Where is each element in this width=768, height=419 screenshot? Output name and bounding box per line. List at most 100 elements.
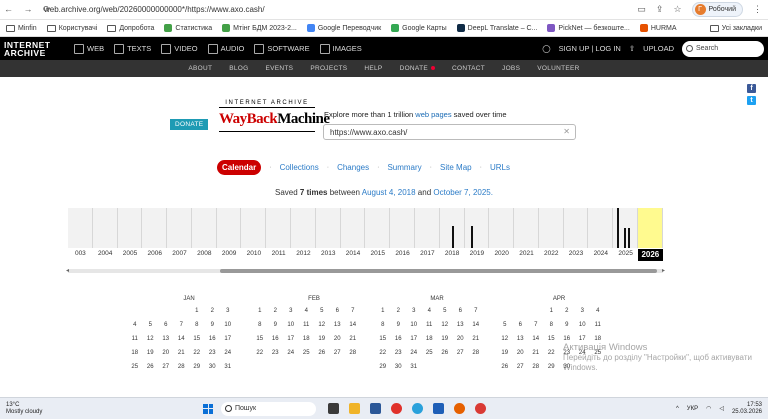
calendar-day[interactable]: 28	[468, 350, 484, 356]
year-column[interactable]	[192, 208, 217, 248]
calendar-day[interactable]: 14	[468, 322, 484, 328]
tab-calendar[interactable]: Calendar	[217, 160, 262, 175]
year-column[interactable]	[489, 208, 515, 248]
year-column[interactable]	[637, 208, 663, 248]
calendar-day[interactable]: 8	[189, 322, 205, 328]
calendar-day[interactable]: 25	[127, 364, 143, 370]
calendar-day[interactable]: 16	[391, 336, 407, 342]
year-column[interactable]	[588, 208, 614, 248]
share-icon[interactable]: ⇪	[656, 4, 664, 15]
facebook-icon[interactable]: f	[747, 84, 756, 93]
calendar-day[interactable]: 28	[174, 364, 190, 370]
year-label[interactable]: 2006	[142, 250, 167, 261]
calendar-day[interactable]: 26	[314, 350, 330, 356]
ia-search-input[interactable]: Search	[682, 40, 764, 57]
calendar-day[interactable]: 8	[375, 322, 391, 328]
calendar-day[interactable]: 5	[437, 308, 453, 314]
year-column[interactable]	[316, 208, 341, 248]
calendar-day[interactable]: 27	[330, 350, 346, 356]
calendar-day[interactable]: 31	[220, 364, 236, 370]
calendar-day[interactable]: 27	[158, 364, 174, 370]
bookmark-item[interactable]: Мтінг БДМ 2023-2...	[222, 24, 297, 32]
calendar-day[interactable]: 24	[220, 350, 236, 356]
year-label[interactable]: 2013	[316, 250, 341, 261]
year-column[interactable]	[266, 208, 292, 248]
calendar-day[interactable]: 13	[158, 336, 174, 342]
subnav-about[interactable]: ABOUT	[188, 65, 212, 72]
calendar-day[interactable]: 29	[544, 364, 560, 370]
calendar-day[interactable]: 6	[158, 322, 174, 328]
calendar-day[interactable]: 17	[283, 336, 299, 342]
calendar-day[interactable]: 7	[345, 308, 361, 314]
year-column[interactable]	[514, 208, 539, 248]
year-label[interactable]: 2018	[440, 250, 465, 261]
year-label[interactable]: 2008	[192, 250, 217, 261]
calendar-day[interactable]: 27	[513, 364, 529, 370]
calendar-day[interactable]: 9	[391, 322, 407, 328]
weather-widget[interactable]: 13°C Mostly cloudy	[6, 402, 66, 416]
scroll-thumb[interactable]	[220, 269, 657, 273]
year-column[interactable]	[440, 208, 465, 248]
subnav-events[interactable]: EVENTS	[266, 65, 294, 72]
year-label[interactable]: 003	[68, 250, 93, 261]
calendar-day[interactable]: 3	[406, 308, 422, 314]
calendar-day[interactable]: 14	[345, 322, 361, 328]
calendar-day[interactable]: 7	[468, 308, 484, 314]
calendar-day[interactable]: 19	[497, 350, 513, 356]
subnav-donate[interactable]: DONATE	[400, 65, 435, 72]
bookmark-item[interactable]: PickNet — безкоште...	[547, 24, 630, 32]
upload-link[interactable]: UPLOAD	[643, 44, 674, 53]
calendar-day[interactable]: 20	[513, 350, 529, 356]
calendar-day[interactable]: 19	[143, 350, 159, 356]
calendar-day[interactable]: 14	[528, 336, 544, 342]
bookmark-item[interactable]: Google Переводчик	[306, 24, 381, 32]
all-bookmarks-folder[interactable]: Усі закладки	[709, 24, 762, 32]
year-column[interactable]	[291, 208, 316, 248]
calendar-day[interactable]: 15	[375, 336, 391, 342]
calendar-day[interactable]: 26	[497, 364, 513, 370]
calendar-day[interactable]: 12	[497, 336, 513, 342]
year-column[interactable]	[613, 208, 638, 248]
calendar-day[interactable]: 20	[330, 336, 346, 342]
media-texts[interactable]: TEXTS	[114, 43, 151, 54]
address-bar[interactable]: web.archive.org/web/20260000000000*/http…	[44, 5, 637, 14]
calendar-day[interactable]: 30	[391, 364, 407, 370]
tab-site-map[interactable]: Site Map	[440, 163, 472, 172]
calendar-day[interactable]: 8	[252, 322, 268, 328]
year-label[interactable]: 2024	[588, 250, 613, 261]
nav-buttons[interactable]: ← → ⟳	[4, 4, 55, 15]
profile-button[interactable]: Г Робочий	[691, 2, 743, 17]
calendar-day[interactable]: 18	[422, 336, 438, 342]
calendar-day[interactable]: 15	[252, 336, 268, 342]
year-column[interactable]	[365, 208, 391, 248]
calendar-day[interactable]: 25	[422, 350, 438, 356]
bookmark-star-icon[interactable]: ☆	[673, 4, 681, 15]
year-label[interactable]: 2015	[365, 250, 390, 261]
year-column[interactable]	[142, 208, 168, 248]
calendar-day[interactable]: 20	[158, 350, 174, 356]
telegram-icon[interactable]	[412, 403, 423, 414]
calendar-day[interactable]: 9	[559, 322, 575, 328]
calendar-day[interactable]: 23	[205, 350, 221, 356]
year-label[interactable]: 2010	[241, 250, 266, 261]
tab-summary[interactable]: Summary	[387, 163, 421, 172]
calendar-day[interactable]: 4	[299, 308, 315, 314]
clock[interactable]: 17:53 25.03.2026	[732, 402, 762, 416]
calendar-day[interactable]: 17	[220, 336, 236, 342]
calendar-day[interactable]: 15	[189, 336, 205, 342]
calendar-day[interactable]: 21	[468, 336, 484, 342]
subnav-help[interactable]: HELP	[364, 65, 382, 72]
bookmark-item[interactable]: Користувачі	[46, 24, 97, 32]
calendar-day[interactable]: 26	[437, 350, 453, 356]
year-label[interactable]: 2025	[613, 250, 638, 261]
year-column[interactable]	[241, 208, 267, 248]
calendar-day[interactable]: 22	[189, 350, 205, 356]
year-column[interactable]	[465, 208, 490, 248]
tab-changes[interactable]: Changes	[337, 163, 369, 172]
calendar-day[interactable]: 19	[314, 336, 330, 342]
scroll-right-icon[interactable]: ▸	[662, 267, 665, 274]
calendar-day[interactable]: 21	[174, 350, 190, 356]
calendar-day[interactable]: 25	[299, 350, 315, 356]
calendar-day[interactable]: 3	[283, 308, 299, 314]
calendar-day[interactable]: 30	[205, 364, 221, 370]
